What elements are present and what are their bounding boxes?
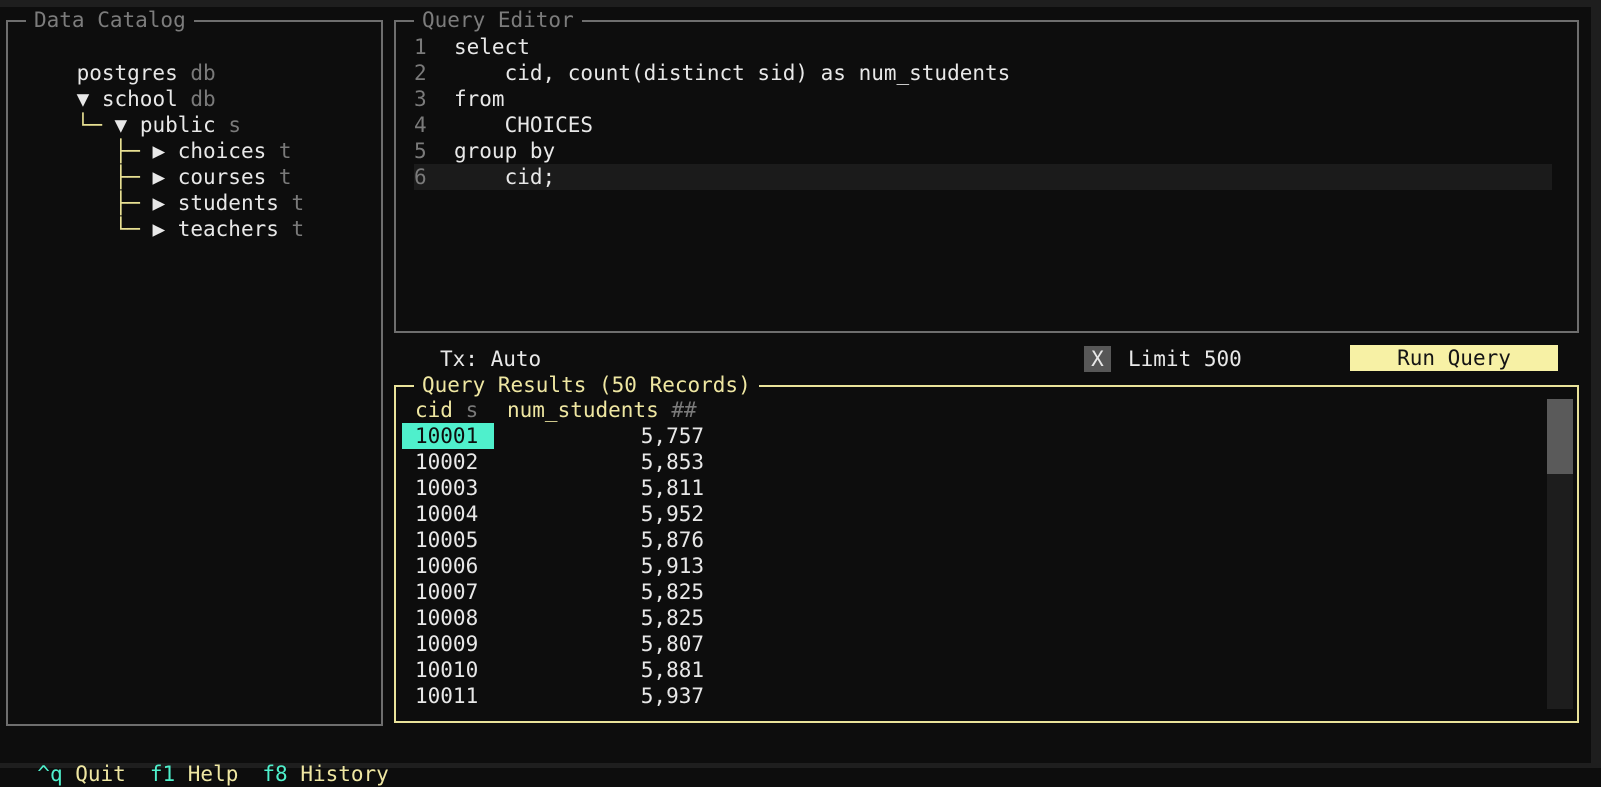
query-results-title: Query Results (50 Records) — [414, 373, 759, 397]
tree-guide: └─ — [76, 217, 153, 241]
limit-input[interactable]: Limit 500 — [1128, 346, 1242, 372]
code-text[interactable]: select — [454, 35, 530, 59]
tree-item-students[interactable]: ├─ ▶ students t — [26, 164, 305, 215]
table-cell[interactable]: 10011 — [402, 683, 494, 709]
transaction-mode-toggle[interactable]: Tx: Auto — [440, 346, 541, 372]
column-name: cid — [415, 398, 453, 422]
line-number: 3 — [414, 87, 427, 111]
column-type-tag: s — [465, 398, 479, 422]
table-row[interactable]: 10008 5,825 — [402, 605, 704, 631]
table-cell[interactable]: 5,811 — [507, 475, 704, 501]
table-cell[interactable]: 5,807 — [507, 631, 704, 657]
table-cell[interactable]: 10009 — [402, 631, 494, 657]
table-cell[interactable]: 5,876 — [507, 527, 704, 553]
window-top-edge — [0, 0, 1601, 7]
help-binding[interactable]: Help — [188, 762, 239, 786]
table-cell[interactable]: 5,913 — [507, 553, 704, 579]
limit-checkbox[interactable]: X — [1084, 346, 1111, 372]
help-key: f1 — [149, 762, 176, 786]
code-line[interactable]: 5 group by — [414, 138, 1552, 164]
table-row[interactable]: 10006 5,913 — [402, 553, 704, 579]
table-row[interactable]: 10001 5,757 — [402, 423, 704, 449]
quit-binding[interactable]: Quit — [75, 762, 126, 786]
table-cell[interactable]: 5,881 — [507, 657, 704, 683]
tree-item-postgres[interactable]: postgres db — [26, 34, 216, 85]
code-text[interactable]: cid; — [454, 165, 556, 189]
table-row[interactable]: 10005 5,876 — [402, 527, 704, 553]
table-cell[interactable]: 5,853 — [507, 449, 704, 475]
footer-keybindings: ^q Quit f1 Help f8 History — [12, 735, 413, 787]
code-text[interactable]: cid, count(distinct sid) as num_students — [454, 61, 1011, 85]
tree-item-choices[interactable]: ├─ ▶ choices t — [26, 112, 292, 163]
column-header-num-students[interactable]: num_students ## — [507, 397, 697, 423]
table-cell[interactable]: 10010 — [402, 657, 494, 683]
history-key: f8 — [262, 762, 288, 786]
tree-item-label: teachers — [177, 217, 279, 241]
table-cell[interactable]: 10005 — [402, 527, 494, 553]
data-catalog-title: Data Catalog — [26, 8, 194, 32]
line-number: 2 — [414, 61, 427, 85]
table-row[interactable]: 10003 5,811 — [402, 475, 704, 501]
table-cell[interactable]: 10008 — [402, 605, 494, 631]
code-line[interactable]: 1 select — [414, 34, 1552, 60]
code-line-current[interactable]: 6 cid; — [414, 164, 1552, 190]
query-editor-title: Query Editor — [414, 8, 582, 32]
table-cell[interactable]: 10004 — [402, 501, 494, 527]
run-query-button[interactable]: Run Query — [1350, 345, 1558, 371]
expand-arrow-icon[interactable]: ▶ — [152, 217, 177, 241]
table-cell[interactable]: 10003 — [402, 475, 494, 501]
tree-item-teachers[interactable]: └─ ▶ teachers t — [26, 190, 305, 241]
code-line[interactable]: 4 CHOICES — [414, 112, 1552, 138]
table-cell[interactable]: 10007 — [402, 579, 494, 605]
table-cell[interactable]: 5,825 — [507, 605, 704, 631]
table-row[interactable]: 10010 5,881 — [402, 657, 704, 683]
table-cell[interactable]: 5,952 — [507, 501, 704, 527]
line-number: 5 — [414, 139, 427, 163]
table-cell[interactable]: 5,937 — [507, 683, 704, 709]
table-row[interactable]: 10004 5,952 — [402, 501, 704, 527]
line-number: 4 — [414, 113, 427, 137]
column-name: num_students — [507, 398, 659, 422]
table-row[interactable]: 10011 5,937 — [402, 683, 704, 709]
table-row[interactable]: 10007 5,825 — [402, 579, 704, 605]
code-text[interactable]: group by — [454, 139, 555, 163]
table-cell-selected[interactable]: 10001 — [402, 423, 494, 449]
line-number: 6 — [414, 165, 427, 189]
query-results-panel[interactable]: Query Results (50 Records) cid s num_stu… — [394, 373, 1579, 723]
history-binding[interactable]: History — [300, 762, 389, 786]
code-text[interactable]: from — [454, 87, 505, 111]
code-text[interactable]: CHOICES — [454, 113, 594, 137]
code-line[interactable]: 3 from — [414, 86, 1552, 112]
scrollbar-thumb[interactable] — [1547, 399, 1573, 474]
query-editor-panel[interactable]: Query Editor 1 select 2 cid, count(distin… — [394, 8, 1579, 333]
table-cell[interactable]: 5,825 — [507, 579, 704, 605]
tree-item-public[interactable]: └─ ▼ public s — [26, 86, 241, 137]
table-row[interactable]: 10002 5,853 — [402, 449, 704, 475]
data-catalog-panel[interactable]: Data Catalog postgres db ▼ school db └─ … — [6, 8, 383, 726]
tree-item-type-tag: t — [291, 217, 305, 241]
column-header-cid[interactable]: cid s — [415, 397, 478, 423]
column-type-tag: ## — [671, 398, 697, 422]
code-line[interactable]: 2 cid, count(distinct sid) as num_studen… — [414, 60, 1552, 86]
tree-item-courses[interactable]: ├─ ▶ courses t — [26, 138, 292, 189]
table-row[interactable]: 10009 5,807 — [402, 631, 704, 657]
results-scrollbar[interactable] — [1547, 399, 1573, 709]
table-cell[interactable]: 10002 — [402, 449, 494, 475]
window-right-edge — [1591, 0, 1601, 768]
line-number: 1 — [414, 35, 427, 59]
quit-key: ^q — [37, 762, 63, 786]
tree-item-school[interactable]: ▼ school db — [26, 60, 216, 111]
table-cell[interactable]: 10006 — [402, 553, 494, 579]
table-cell[interactable]: 5,757 — [507, 423, 704, 449]
